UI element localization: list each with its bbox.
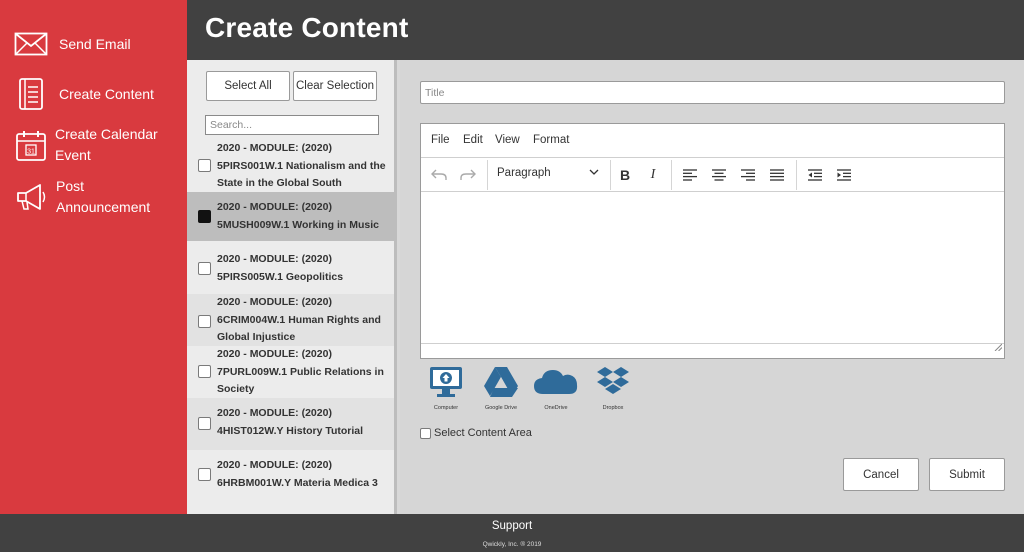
sidebar-item-label: Create Calendar Event	[55, 126, 158, 163]
header: Create Content	[187, 0, 1024, 60]
onedrive-icon	[533, 370, 579, 402]
editor-menubar: File Edit View Format	[421, 124, 1004, 158]
footer: Support Qwickly, Inc. ® 2019	[0, 514, 1024, 552]
sidebar-item-label: Post Announcement	[56, 178, 151, 215]
menu-view[interactable]: View	[495, 134, 520, 146]
copyright-text: Qwickly, Inc. ® 2019	[482, 541, 542, 548]
attach-computer-button[interactable]: Computer	[426, 366, 466, 411]
sidebar-item-create-content[interactable]: Create Content	[0, 76, 187, 112]
course-checkbox[interactable]	[198, 210, 211, 223]
course-label: 2020 - MODULE: (2020) 6CRIM004W.1 Human R…	[217, 296, 381, 343]
course-checkbox[interactable]	[198, 417, 211, 430]
course-label: 2020 - MODULE: (2020) 5MUSH009W.1 Working…	[217, 201, 380, 231]
resize-handle-icon[interactable]	[993, 338, 1003, 356]
sidebar-item-label: Send Email	[59, 36, 131, 52]
dropbox-icon	[595, 367, 631, 402]
sidebar: Send Email Create Content 31 Create Cale…	[0, 0, 187, 514]
title-input[interactable]	[420, 81, 1005, 104]
rich-text-editor: File Edit View Format Paragraph B I	[420, 123, 1005, 359]
editor-body[interactable]	[421, 192, 1004, 344]
submit-button[interactable]: Submit	[929, 458, 1005, 491]
document-icon	[14, 77, 48, 111]
sidebar-item-send-email[interactable]: Send Email	[0, 28, 187, 60]
sidebar-item-create-calendar-event[interactable]: 31 Create Calendar Event	[0, 124, 187, 168]
google-drive-icon	[483, 367, 519, 402]
chevron-down-icon	[589, 167, 599, 180]
list-item[interactable]: 2020 - MODULE: (2020) 6HRBM001W.Y Materia…	[187, 450, 394, 502]
italic-icon[interactable]: I	[643, 165, 663, 185]
search-input[interactable]	[205, 115, 379, 135]
support-link[interactable]: Support	[0, 520, 1024, 532]
attach-google-drive-button[interactable]: Google Drive	[481, 366, 521, 411]
align-center-icon[interactable]	[709, 165, 729, 185]
megaphone-icon	[14, 180, 48, 214]
course-checkbox[interactable]	[198, 159, 211, 172]
course-checkbox[interactable]	[198, 262, 211, 275]
align-left-icon[interactable]	[680, 165, 700, 185]
editor-statusbar	[421, 343, 1004, 358]
select-all-button[interactable]: Select All	[206, 71, 290, 101]
course-label: 2020 - MODULE: (2020) 6HRBM001W.Y Materia…	[217, 459, 378, 489]
course-list-panel: Select All Clear Selection 2020 - MODULE…	[187, 60, 397, 514]
undo-icon[interactable]	[429, 165, 449, 185]
list-item[interactable]: 2020 - MODULE: (2020) 7PURL009W.1 Public …	[187, 346, 394, 398]
course-label: 2020 - MODULE: (2020) 5PIRS001W.1 Nationa…	[217, 142, 386, 189]
list-item[interactable]: 2020 - MODULE: (2020) 5PIRS005W.1 Geopoli…	[187, 244, 394, 293]
course-checkbox[interactable]	[198, 365, 211, 378]
calendar-icon: 31	[14, 129, 48, 163]
cancel-button[interactable]: Cancel	[843, 458, 919, 491]
sidebar-item-label: Create Content	[59, 86, 154, 102]
menu-edit[interactable]: Edit	[463, 134, 483, 146]
list-item[interactable]: 2020 - MODULE: (2020) 6CRIM004W.1 Human R…	[187, 294, 394, 346]
clear-selection-button[interactable]: Clear Selection	[293, 71, 377, 101]
bold-icon[interactable]: B	[615, 165, 635, 185]
select-content-area-checkbox[interactable]	[420, 427, 431, 439]
align-justify-icon[interactable]	[767, 165, 787, 185]
align-right-icon[interactable]	[738, 165, 758, 185]
course-checkbox[interactable]	[198, 468, 211, 481]
editor-toolbar: Paragraph B I	[421, 158, 1004, 192]
select-content-area-option[interactable]: Select Content Area	[420, 427, 532, 439]
sidebar-item-post-announcement[interactable]: Post Announcement	[0, 176, 187, 220]
list-item[interactable]: 2020 - MODULE: (2020) 4HIST012W.Y History…	[187, 398, 394, 450]
attach-onedrive-button[interactable]: OneDrive	[533, 366, 579, 411]
list-item[interactable]: 2020 - MODULE: (2020) 5PIRS001W.1 Nationa…	[187, 140, 394, 192]
envelope-icon	[14, 27, 48, 61]
content-editor-area: File Edit View Format Paragraph B I	[400, 60, 1024, 514]
course-label: 2020 - MODULE: (2020) 4HIST012W.Y History…	[217, 407, 364, 437]
computer-upload-icon	[428, 367, 464, 402]
course-label: 2020 - MODULE: (2020) 5PIRS005W.1 Geopoli…	[217, 253, 344, 283]
redo-icon[interactable]	[458, 165, 478, 185]
course-checkbox[interactable]	[198, 315, 211, 328]
list-item[interactable]: 2020 - MODULE: (2020) 5MUSH009W.1 Working…	[187, 192, 394, 241]
attach-dropbox-button[interactable]: Dropbox	[593, 366, 633, 411]
svg-text:31: 31	[27, 149, 35, 156]
page-title: Create Content	[205, 12, 409, 43]
menu-format[interactable]: Format	[533, 134, 569, 146]
course-label: 2020 - MODULE: (2020) 7PURL009W.1 Public …	[217, 348, 384, 395]
menu-file[interactable]: File	[431, 134, 450, 146]
block-format-dropdown[interactable]: Paragraph	[497, 167, 599, 179]
indent-icon[interactable]	[834, 165, 854, 185]
outdent-icon[interactable]	[805, 165, 825, 185]
